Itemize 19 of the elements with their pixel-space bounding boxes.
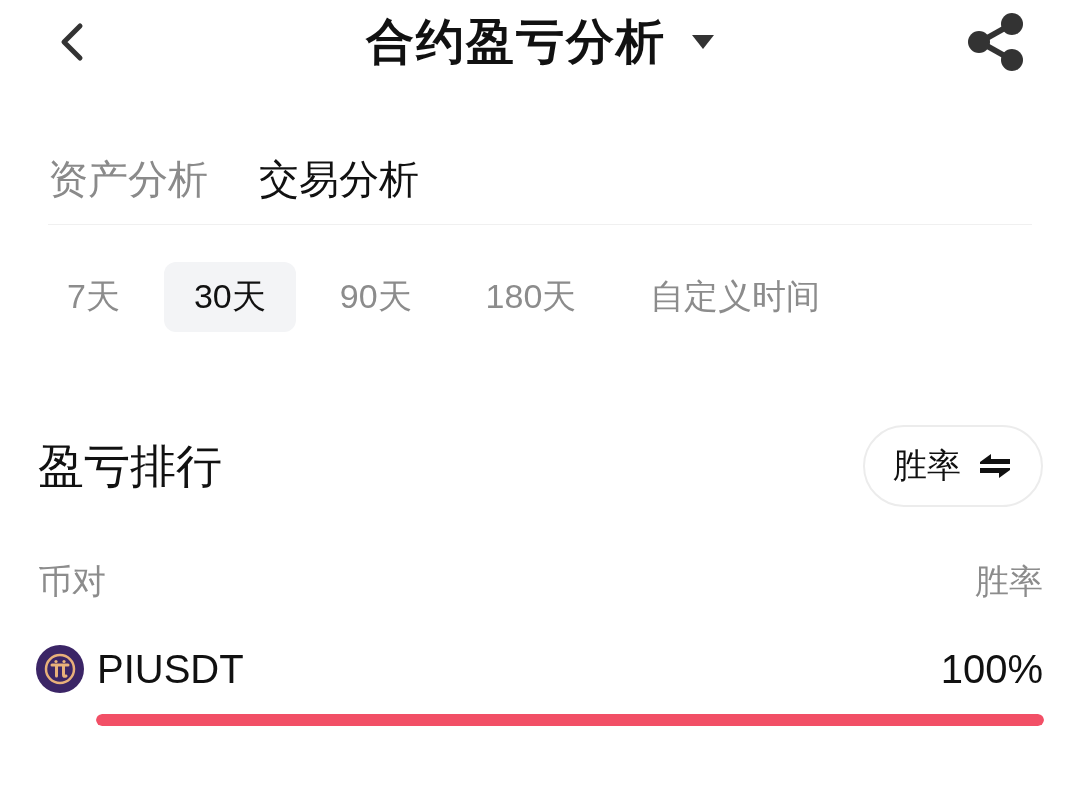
pair-name: PIUSDT: [97, 646, 244, 693]
column-header: 币对: [38, 561, 106, 601]
coin-logo-icon: [36, 645, 84, 693]
section-title: 盈亏排行: [38, 439, 222, 493]
tab[interactable]: 资产分析: [48, 155, 208, 203]
dropdown-caret-icon[interactable]: [692, 35, 714, 49]
share-button[interactable]: [968, 13, 1024, 71]
swap-arrows-icon: [979, 453, 1011, 479]
share-icon: [968, 13, 1024, 71]
tab[interactable]: 交易分析: [259, 155, 419, 203]
sort-button[interactable]: 胜率: [863, 425, 1043, 507]
column-header: 胜率: [975, 561, 1043, 601]
period-chip[interactable]: 90天: [309, 262, 442, 332]
page-title[interactable]: 合约盈亏分析: [366, 14, 666, 70]
period-chip[interactable]: 7天: [37, 262, 150, 332]
win-rate-value: 100%: [940, 646, 1043, 693]
period-chip[interactable]: 30天: [163, 262, 296, 332]
period-chip[interactable]: 180天: [455, 262, 607, 332]
period-chip[interactable]: 自定义时间: [620, 262, 851, 332]
